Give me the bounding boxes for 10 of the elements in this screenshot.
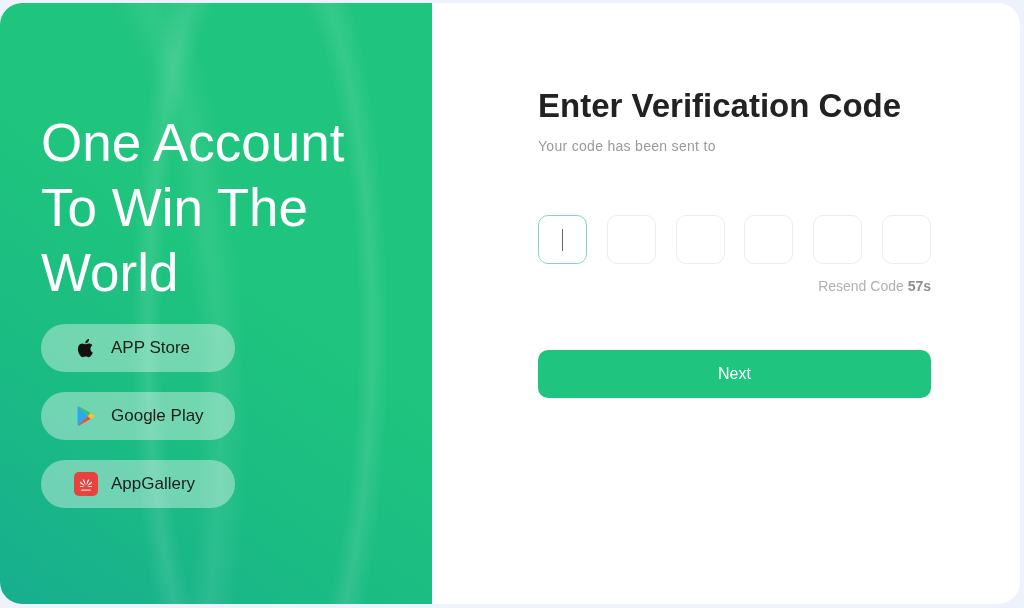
page-title: Enter Verification Code [538,86,903,126]
resend-countdown-text: Resend Code 57s [817,277,931,296]
code-digit-field[interactable] [538,215,587,264]
text-cursor-icon [561,228,564,251]
store-button[interactable]: APP Store [41,324,235,372]
store-button[interactable]: AppGallery [41,460,235,508]
headline: One Account To Win The World [41,112,346,304]
flower-tile-icon [74,472,98,496]
subtitle-text: Your code has been sent to [538,137,717,156]
store-button[interactable]: Google Play [41,392,235,440]
